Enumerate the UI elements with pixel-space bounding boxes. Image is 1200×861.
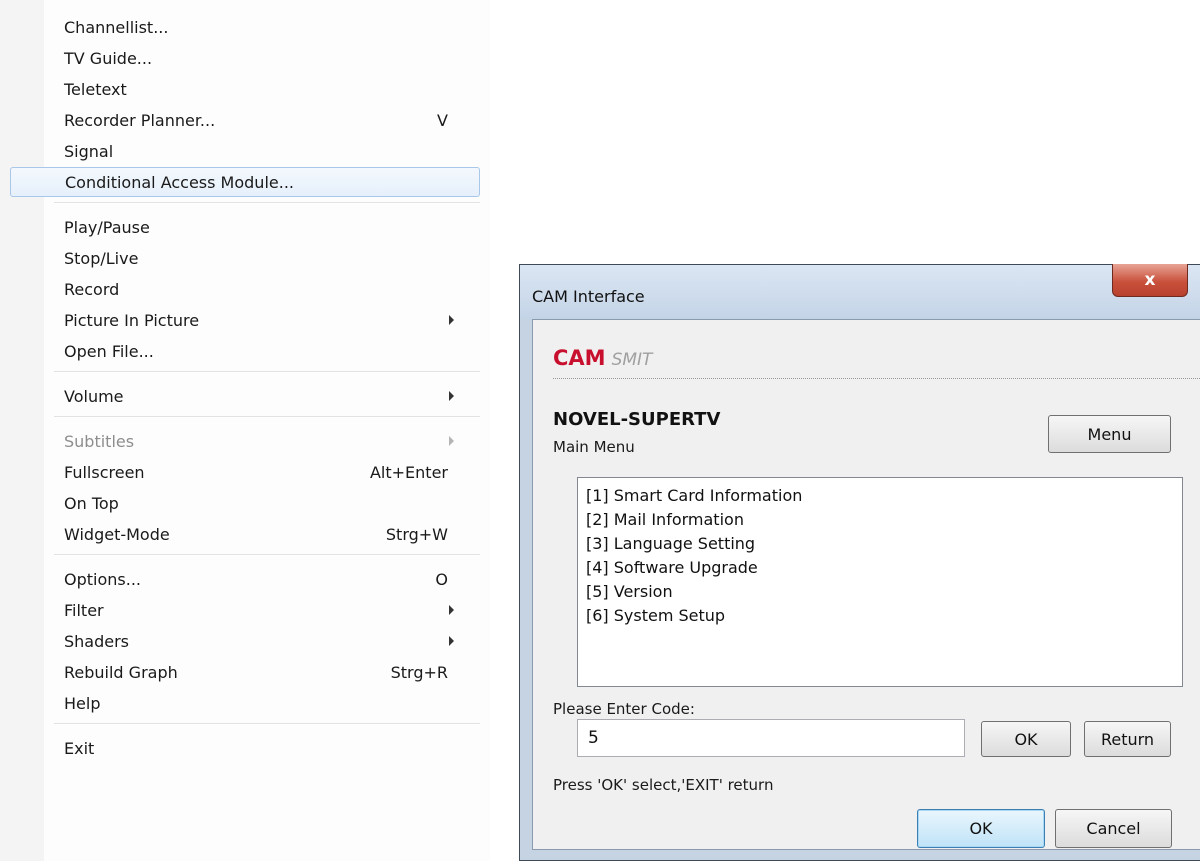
menu-separator: [54, 371, 480, 373]
menu-item-subtitles: Subtitles: [10, 426, 480, 456]
submenu-arrow-icon: [449, 315, 454, 325]
menu-list-items: [1] Smart Card Information [2] Mail Infor…: [586, 484, 1182, 628]
menu-item-rebuild-graph[interactable]: Rebuild Graph Strg+R: [10, 657, 480, 687]
menu-separator: [54, 202, 480, 204]
menu-list-item[interactable]: [1] Smart Card Information: [586, 484, 1182, 508]
context-menu: Channellist... TV Guide... Teletext Recorde…: [0, 0, 490, 861]
menu-item-teletext[interactable]: Teletext: [10, 74, 480, 104]
menu-item-label: Subtitles: [64, 431, 135, 451]
menu-item-shaders[interactable]: Shaders: [10, 626, 480, 656]
dialog-client-area: CAM SMIT NOVEL-SUPERTV Main Menu Menu [1…: [532, 319, 1200, 850]
submenu-arrow-icon: [449, 605, 454, 615]
menu-item-label: Help: [64, 693, 101, 713]
menu-item-label: Exit: [64, 738, 95, 758]
code-label: Please Enter Code:: [553, 700, 695, 718]
menu-item-volume[interactable]: Volume: [10, 381, 480, 411]
menu-item-label: Filter: [64, 600, 104, 620]
code-ok-button[interactable]: OK: [981, 721, 1071, 757]
menu-item-shortcut: V: [437, 110, 448, 130]
menu-item-shortcut: O: [435, 569, 448, 589]
device-name: NOVEL-SUPERTV: [553, 409, 721, 430]
menu-item-record[interactable]: Record: [10, 274, 480, 304]
menu-item-label: Volume: [64, 386, 124, 406]
menu-separator: [54, 723, 480, 725]
menu-list-item[interactable]: [3] Language Setting: [586, 532, 1182, 556]
menu-list-item[interactable]: [5] Version: [586, 580, 1182, 604]
menu-item-widget-mode[interactable]: Widget-Mode Strg+W: [10, 519, 480, 549]
menu-item-play-pause[interactable]: Play/Pause: [10, 212, 480, 242]
menu-item-label: Open File...: [64, 341, 154, 361]
menu-separator: [54, 554, 480, 556]
menu-button[interactable]: Menu: [1048, 415, 1171, 453]
menu-item-shortcut: Alt+Enter: [369, 462, 448, 482]
brand-logo: CAM SMIT: [553, 346, 652, 372]
close-icon: x: [1144, 270, 1156, 290]
menu-separator: [54, 416, 480, 418]
menu-list-item[interactable]: [6] System Setup: [586, 604, 1182, 628]
menu-item-label: Teletext: [64, 79, 127, 99]
menu-item-label: Rebuild Graph: [64, 662, 178, 682]
submenu-arrow-icon: [449, 636, 454, 646]
menu-item-label: Play/Pause: [64, 217, 150, 237]
menu-item-label: Stop/Live: [64, 248, 139, 268]
code-return-button[interactable]: Return: [1084, 721, 1171, 757]
menu-item-label: On Top: [64, 493, 119, 513]
menu-item-label: Conditional Access Module...: [65, 172, 294, 192]
menu-item-label: Fullscreen: [64, 462, 145, 482]
menu-item-shortcut: Strg+W: [385, 524, 448, 544]
hint-text: Press 'OK' select,'EXIT' return: [553, 776, 774, 794]
menu-item-conditional-access-module[interactable]: Conditional Access Module...: [10, 167, 480, 197]
dialog-title: CAM Interface: [532, 287, 645, 306]
submenu-arrow-icon: [449, 391, 454, 401]
menu-item-options[interactable]: Options... O: [10, 564, 480, 594]
menu-item-stop-live[interactable]: Stop/Live: [10, 243, 480, 273]
brand-smit-text: SMIT: [611, 350, 653, 370]
menu-item-shortcut: Strg+R: [390, 662, 448, 682]
menu-item-recorder-planner[interactable]: Recorder Planner... V: [10, 105, 480, 135]
menu-item-open-file[interactable]: Open File...: [10, 336, 480, 366]
ok-button[interactable]: OK: [917, 809, 1045, 848]
dialog-titlebar[interactable]: CAM Interface x: [520, 264, 1200, 319]
menu-item-label: Channellist...: [64, 17, 169, 37]
menu-item-label: Recorder Planner...: [64, 110, 216, 130]
menu-item-label: Signal: [64, 141, 114, 161]
menu-item-on-top[interactable]: On Top: [10, 488, 480, 518]
cancel-button[interactable]: Cancel: [1055, 809, 1172, 848]
menu-item-filter[interactable]: Filter: [10, 595, 480, 625]
submenu-arrow-icon: [449, 436, 454, 446]
menu-item-fullscreen[interactable]: Fullscreen Alt+Enter: [10, 457, 480, 487]
menu-list-item[interactable]: [4] Software Upgrade: [586, 556, 1182, 580]
menu-item-label: Record: [64, 279, 120, 299]
brand-cam-text: CAM: [553, 346, 606, 370]
menu-item-signal[interactable]: Signal: [10, 136, 480, 166]
menu-list-item[interactable]: [2] Mail Information: [586, 508, 1182, 532]
menu-item-label: Options...: [64, 569, 141, 589]
menu-item-tv-guide[interactable]: TV Guide...: [10, 43, 480, 73]
menu-item-picture-in-picture[interactable]: Picture In Picture: [10, 305, 480, 335]
brand-divider: [553, 378, 1200, 379]
menu-item-exit[interactable]: Exit: [10, 733, 480, 763]
menu-item-label: TV Guide...: [64, 48, 153, 68]
code-input[interactable]: [577, 719, 965, 757]
menu-item-help[interactable]: Help: [10, 688, 480, 718]
menu-listbox[interactable]: [1] Smart Card Information [2] Mail Infor…: [577, 477, 1183, 687]
menu-item-label: Shaders: [64, 631, 130, 651]
cam-interface-dialog: CAM Interface x CAM SMIT NOVEL-SUPERTV M…: [519, 264, 1200, 861]
menu-item-label: Picture In Picture: [64, 310, 200, 330]
menu-item-channellist[interactable]: Channellist...: [10, 12, 480, 42]
menu-title: Main Menu: [553, 438, 635, 456]
close-button[interactable]: x: [1112, 264, 1188, 297]
menu-item-label: Widget-Mode: [64, 524, 170, 544]
